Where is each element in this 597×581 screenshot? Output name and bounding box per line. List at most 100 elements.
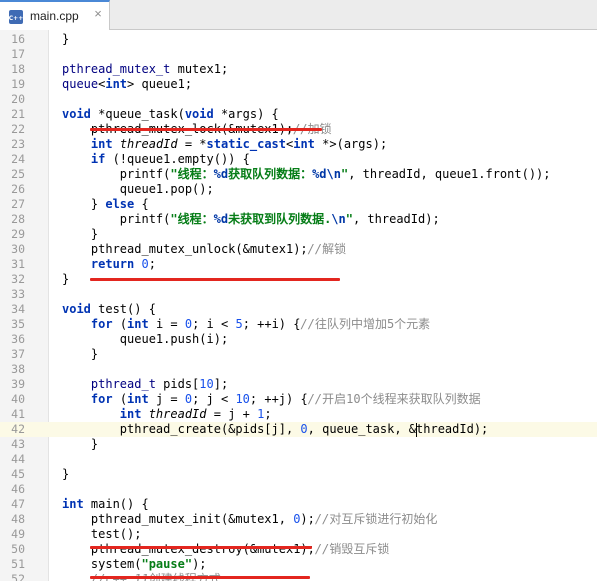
line-number: 35 [11, 317, 25, 331]
code-line[interactable]: 29 } [0, 227, 597, 242]
code-line[interactable]: 27 } else { [0, 197, 597, 212]
code-line[interactable]: 48 pthread_mutex_init(&mutex1, 0);//对互斥锁… [0, 512, 597, 527]
line-number: 39 [11, 377, 25, 391]
code-token: 销毁互斥锁 [329, 542, 390, 556]
code-line[interactable]: 24 if (!queue1.empty()) { [0, 152, 597, 167]
code-text: queue<int> queue1; [62, 77, 192, 92]
code-token: ; j < [192, 392, 236, 406]
code-line[interactable]: 31 return 0; [0, 257, 597, 272]
code-token: for [90, 392, 113, 406]
code-line[interactable]: 19 queue<int> queue1; [0, 77, 597, 92]
code-line[interactable]: 51 system("pause"); [0, 557, 597, 572]
code-token: } [62, 272, 70, 286]
code-token: int [90, 137, 113, 151]
code-text: pthread_mutex_unlock(&mutex1);//解锁 [62, 242, 346, 257]
code-line[interactable]: 43 } [0, 437, 597, 452]
code-text: } [62, 32, 69, 47]
code-line[interactable]: 41 int threadId = j + 1; [0, 407, 597, 422]
line-number: 30 [11, 242, 25, 256]
code-token: queue1.pop(); [62, 182, 214, 196]
editor-tab-bar: C++ main.cpp × [0, 0, 597, 30]
code-line[interactable]: 44 [0, 452, 597, 467]
code-line[interactable]: 25 printf("线程：%d获取队列数据：%d\n", threadId, … [0, 167, 597, 182]
code-token: j = [148, 392, 185, 406]
line-number: 50 [11, 542, 25, 556]
code-line[interactable]: 30 pthread_mutex_unlock(&mutex1);//解锁 [0, 242, 597, 257]
code-line[interactable]: 45} [0, 467, 597, 482]
line-number: 34 [11, 302, 25, 316]
code-token: if [90, 152, 106, 166]
code-line[interactable]: 18 pthread_mutex_t mutex1; [0, 62, 597, 77]
code-token: 开启10个线程来获取队列数据 [322, 392, 481, 406]
code-editor[interactable]: 16} 17 18 pthread_mutex_t mutex1; 19 queue<in… [0, 30, 597, 581]
line-number: 41 [11, 407, 25, 421]
code-line[interactable]: 50 pthread_mutex_destroy(&mutex1);//销毁互斥… [0, 542, 597, 557]
line-number: 18 [11, 62, 25, 76]
code-text: pthread_mutex_init(&mutex1, 0);//对互斥锁进行初… [62, 512, 437, 527]
code-token: queue1.push(i); [62, 332, 229, 346]
code-line[interactable]: 39 pthread_t pids[10]; [0, 377, 597, 392]
code-token: return [90, 257, 135, 271]
line-number: 20 [11, 92, 25, 106]
code-token: ( [112, 317, 128, 331]
text-caret [416, 423, 417, 437]
code-line[interactable]: 49 test(); [0, 527, 597, 542]
line-number: 37 [11, 347, 25, 361]
code-line[interactable]: 16} [0, 32, 597, 47]
code-token: 获取队列数据： [228, 167, 313, 181]
code-token: // [314, 512, 330, 526]
code-line[interactable]: 37 } [0, 347, 597, 362]
code-line[interactable]: 36 queue1.push(i); [0, 332, 597, 347]
line-number: 28 [11, 212, 25, 226]
code-line[interactable]: 23 int threadId = *static_cast<int *>(ar… [0, 137, 597, 152]
code-line[interactable]: 17 [0, 47, 597, 62]
code-line[interactable]: 46 [0, 482, 597, 497]
code-token: test(); [62, 527, 142, 541]
line-number: 51 [11, 557, 25, 571]
code-token: , threadId); [352, 212, 440, 226]
code-line[interactable]: 38 [0, 362, 597, 377]
code-token: " [345, 212, 353, 226]
code-text: queue1.pop(); [62, 182, 214, 197]
code-token: ; [264, 407, 272, 421]
line-number: 24 [11, 152, 25, 166]
code-line[interactable]: 20 [0, 92, 597, 107]
line-number: 38 [11, 362, 25, 376]
code-token: int [62, 497, 84, 511]
code-token: pthread_mutex_destroy(&mutex1); [62, 542, 315, 556]
code-token: for [90, 317, 113, 331]
code-line[interactable]: 26 queue1.pop(); [0, 182, 597, 197]
line-number: 40 [11, 392, 25, 406]
tab-title: main.cpp [30, 9, 79, 23]
code-token: // [300, 317, 315, 331]
svg-text:C++: C++ [9, 15, 23, 22]
code-line[interactable]: 47 int main() { [0, 497, 597, 512]
code-line[interactable]: 28 printf("线程：%d未获取到队列数据.\n", threadId); [0, 212, 597, 227]
code-token: pids[ [155, 377, 200, 391]
code-line[interactable]: 42 pthread_create(&pids[j], 0, queue_tas… [0, 422, 597, 437]
code-text: printf("线程：%d未获取到队列数据.\n", threadId); [62, 212, 440, 227]
code-token: pthread_mutex_t [62, 62, 171, 76]
code-token: *queue_task( [90, 107, 185, 121]
code-text: void *queue_task(void *args) { [62, 107, 279, 122]
code-text: } else { [62, 197, 149, 212]
close-tab-icon[interactable]: × [91, 7, 105, 21]
code-line[interactable]: 34 void test() { [0, 302, 597, 317]
code-token: 0 [300, 422, 308, 436]
code-line[interactable]: 40 for (int j = 0; j < 10; ++j) {//开启10个… [0, 392, 597, 407]
annotation-underline-destroy [90, 576, 310, 579]
code-line[interactable]: 33 [0, 287, 597, 302]
code-line[interactable]: 21 void *queue_task(void *args) { [0, 107, 597, 122]
tab-main-cpp[interactable]: C++ main.cpp × [0, 0, 110, 30]
code-text: pthread_mutex_t mutex1; [62, 62, 228, 77]
line-number: 23 [11, 137, 25, 151]
code-token: 10 [199, 377, 214, 391]
code-token: ]; [213, 377, 229, 391]
code-line[interactable]: 35 for (int i = 0; i < 5; ++i) {//往队列中增加… [0, 317, 597, 332]
code-token: void [184, 107, 214, 121]
